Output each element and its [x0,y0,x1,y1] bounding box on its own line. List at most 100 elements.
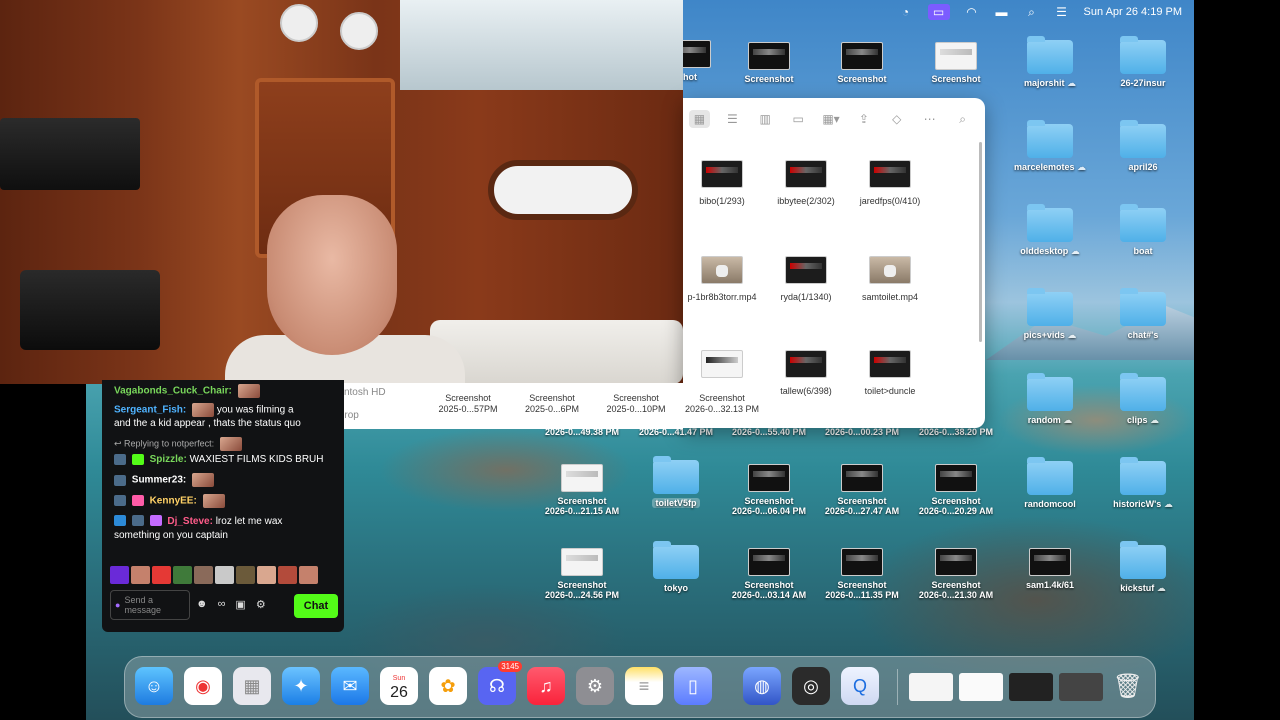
folder-olddesktop[interactable]: olddesktop ☁ [1000,204,1100,257]
finder-item[interactable]: ibbytee(2/302) [761,160,851,206]
photos-icon[interactable]: ✿ [429,667,467,705]
finder-item[interactable]: samtoilet.mp4 [845,256,935,302]
finder-item[interactable]: tallew(6/398) [761,350,851,396]
trash-icon[interactable]: 🗑 [1109,667,1147,705]
iphone-mirroring-icon[interactable]: ▯ [674,667,712,705]
tag-icon[interactable]: ◇ [886,110,907,128]
desktop-screenshot[interactable]: Screenshot [812,42,912,84]
finder-item[interactable]: jaredfps(0/410) [845,160,935,206]
desktop-screenshot[interactable]: Screenshot 2026-0...27.47 AM [812,464,912,516]
desktop-file-sam[interactable]: sam1.4k/61 [1000,548,1100,590]
desktop-screenshot[interactable]: Screenshot [906,42,1006,84]
emote-picker-icon[interactable]: ☻ [196,598,208,611]
obs-helper-icon[interactable]: ◍ [743,667,781,705]
column-view-icon[interactable]: ▥ [755,110,776,128]
screen-share-icon[interactable]: ▭ [927,4,950,20]
finder-item[interactable]: toilet>duncle [845,350,935,396]
folder-april26[interactable]: april26 [1093,120,1193,172]
microphone-icon[interactable]: ● [115,600,120,610]
folder-historicws[interactable]: historicW's ☁ [1093,457,1193,510]
finder-screenshot[interactable]: Screenshot 2026-0...32.13 PM [683,393,761,415]
desktop-screenshot[interactable]: 2026-0...38.20 PM [906,427,1006,437]
desktop-screenshot[interactable]: Screenshot [719,42,819,84]
folder-tokyo[interactable]: tokyo [626,541,726,593]
minimized-window[interactable] [909,673,953,701]
control-center-icon[interactable]: ☰ [1054,5,1070,19]
folder-pics-vids[interactable]: pics+vids ☁ [1000,288,1100,341]
desktop-screenshot[interactable]: Screenshot 2026-0...06.04 PM [719,464,819,516]
desktop-screenshot[interactable]: Screenshot 2026-0...24.56 PM [532,548,632,600]
chat-input[interactable]: ● Send a message [110,590,190,620]
emote-icon[interactable] [110,566,129,584]
settings-icon[interactable]: ⚙ [576,667,614,705]
store-icon[interactable]: ▣ [235,598,245,611]
chrome-icon[interactable]: ◉ [184,667,222,705]
search-icon[interactable]: ⌕ [1024,5,1040,19]
settings-icon[interactable]: ⚙ [256,598,266,611]
icon-view-icon[interactable]: ▦ [689,110,710,128]
menu-clock[interactable]: Sun Apr 26 4:19 PM [1084,6,1182,18]
desktop-screenshot[interactable]: Screenshot 2026-0...20.29 AM [906,464,1006,516]
emote-icon[interactable] [215,566,234,584]
minimized-window[interactable] [1059,673,1103,701]
emote-icon[interactable] [299,566,318,584]
emote-icon[interactable] [152,566,171,584]
emote-icon[interactable] [194,566,213,584]
chat-send-button[interactable]: Chat [294,594,338,618]
folder-random[interactable]: random ☁ [1000,373,1100,426]
folder-26-27insur[interactable]: 26-27insur [1093,36,1193,88]
folder-marcelemotes[interactable]: marcelemotes ☁ [1000,120,1100,173]
finder-screenshot[interactable]: Screenshot 2025-0...57PM [426,393,510,415]
emote-icon[interactable] [236,566,255,584]
obs-icon[interactable]: ◎ [792,667,830,705]
folder-boat[interactable]: boat [1093,204,1193,256]
folder-toiletv5fp[interactable]: toiletV5fp [626,456,726,508]
folder-majorshit[interactable]: majorshit ☁ [1000,36,1100,89]
minimized-window[interactable] [1009,673,1053,701]
firefox-icon[interactable]: ◔ [898,5,914,19]
desktop-screenshot[interactable]: 2026-0...55.40 PM [719,427,819,437]
finder-item[interactable] [683,350,767,386]
discord-icon[interactable]: ☊ 3145 [478,661,522,705]
gallery-view-icon[interactable]: ▭ [788,110,809,128]
launchpad-icon[interactable]: ▦ [233,667,271,705]
finder-item[interactable]: ryda(1/1340) [761,256,851,302]
folder-randomcool[interactable]: randomcool [1000,457,1100,509]
finder-screenshot[interactable]: Screenshot 2025-0...10PM [594,393,678,415]
finder-window[interactable]: ▦ ☰ ▥ ▭ ▦▾ ⇪ ◇ ⋯ ⌕ bibo(1/293) ibbytee(2… [683,98,985,428]
safari-icon[interactable]: ✦ [282,667,320,705]
notes-icon[interactable]: ≡ [625,667,663,705]
mail-icon[interactable]: ✉ [331,667,369,705]
chat-message: Dj_Steve: lroz let me wax something on y… [114,515,283,541]
calendar-icon[interactable]: Sun 26 [380,667,418,705]
folder-kickstuf[interactable]: kickstuf ☁ [1093,541,1193,594]
finder-search-icon[interactable]: ⌕ [952,110,973,128]
desktop-screenshot[interactable]: Screenshot 2026-0...21.15 AM [532,464,632,516]
quicktime-icon[interactable]: Q [841,667,879,705]
minimized-window[interactable] [959,673,1003,701]
emote-icon[interactable] [278,566,297,584]
infinity-icon[interactable]: ∞ [218,598,226,611]
desktop-screenshot[interactable]: Screenshot 2026-0...21.30 AM [906,548,1006,600]
desktop-screenshot[interactable]: Screenshot 2026-0...11.35 PM [812,548,912,600]
more-icon[interactable]: ⋯ [919,110,940,128]
chat-message: Vagabonds_Cuck_Chair: [102,380,344,401]
emote-icon[interactable] [257,566,276,584]
battery-icon[interactable]: ▬ [994,5,1010,19]
folder-clips[interactable]: clips ☁ [1093,373,1193,426]
emote-icon[interactable] [173,566,192,584]
wifi-icon[interactable]: ◠ [964,5,980,19]
desktop-screenshot[interactable]: Screenshot 2026-0...03.14 AM [719,548,819,600]
music-icon[interactable]: ♫ [527,667,565,705]
group-icon[interactable]: ▦▾ [821,110,842,128]
finder-item[interactable]: bibo(1/293) [683,160,767,206]
finder-item[interactable]: p-1br8b3torr.mp4 [683,256,767,302]
folder-chats[interactable]: chat#'s [1093,288,1193,340]
finder-screenshot[interactable]: Screenshot 2025-0...6PM [510,393,594,415]
share-icon[interactable]: ⇪ [853,110,874,128]
finder-scrollbar[interactable] [979,142,982,342]
finder-icon[interactable]: ☺ [135,667,173,705]
list-view-icon[interactable]: ☰ [722,110,743,128]
emote-icon[interactable] [131,566,150,584]
desktop-screenshot[interactable]: 2026-0...00.23 PM [812,427,912,437]
